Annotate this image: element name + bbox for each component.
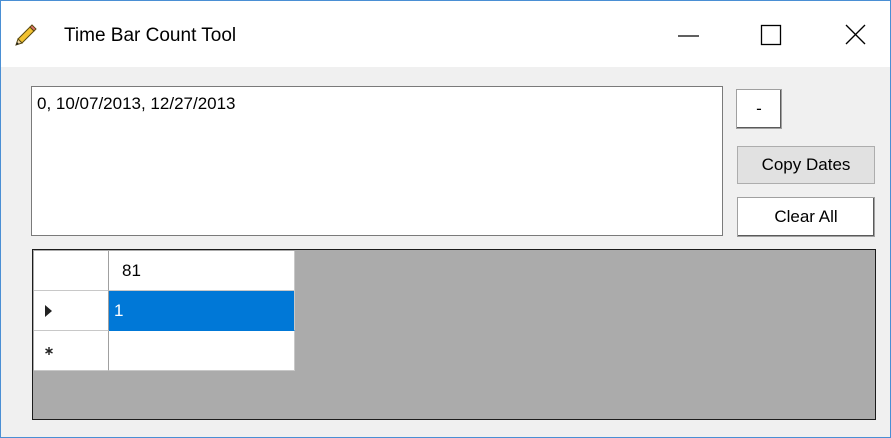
title-bar[interactable]: Time Bar Count Tool (1, 1, 890, 67)
row-header-1[interactable] (34, 291, 109, 331)
grid-cell-value: 1 (114, 301, 124, 320)
minus-button[interactable]: - (736, 89, 782, 129)
pencil-icon (14, 23, 38, 47)
dates-textbox-value: 0, 10/07/2013, 12/27/2013 (37, 94, 236, 113)
column-header[interactable]: 81 (109, 251, 295, 291)
row-header-new[interactable] (34, 331, 109, 371)
window-title: Time Bar Count Tool (64, 25, 237, 46)
new-row-asterisk-icon (45, 347, 53, 355)
data-grid[interactable]: 81 1 (32, 249, 876, 420)
dates-textbox[interactable]: 0, 10/07/2013, 12/27/2013 (31, 86, 723, 236)
close-button[interactable] (802, 1, 891, 67)
column-header-label: 81 (122, 261, 141, 280)
maximize-icon (760, 24, 782, 46)
clear-all-button[interactable]: Clear All (737, 197, 875, 237)
grid-cell-selected[interactable]: 1 (109, 291, 295, 331)
grid-cell-new-row[interactable] (109, 331, 295, 371)
grid-corner-header[interactable] (34, 251, 109, 291)
minimize-icon (678, 35, 699, 37)
copy-dates-button[interactable]: Copy Dates (737, 146, 875, 184)
maximize-button[interactable] (724, 1, 814, 67)
minimize-button[interactable] (644, 1, 734, 67)
app-window: Time Bar Count Tool 0, 10/07/2013, 12/27… (0, 0, 891, 438)
close-icon (845, 24, 866, 45)
current-row-arrow-icon (45, 305, 52, 317)
